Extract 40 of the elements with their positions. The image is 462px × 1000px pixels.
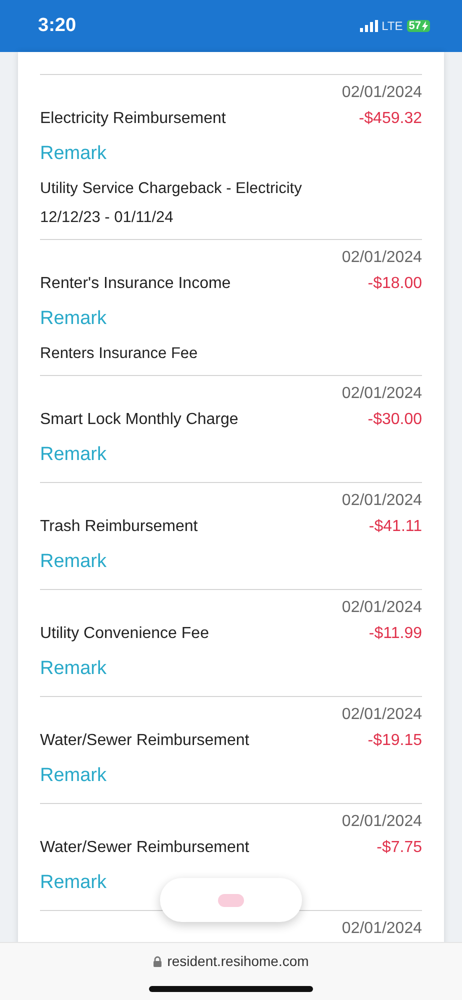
signal-icon: [360, 20, 378, 32]
transaction-amount: -$459.32: [358, 109, 422, 129]
clock-time: 3:20: [38, 15, 78, 37]
transaction-title: Trash Reimbursement: [40, 517, 198, 537]
transaction-date: 02/01/2024: [340, 598, 422, 618]
remark-link[interactable]: Remark: [40, 649, 107, 689]
transaction-title: Renter's Insurance Income: [40, 274, 231, 294]
transaction-amount: -$41.11: [368, 517, 422, 537]
transaction-title: Water/Sewer Reimbursement: [40, 838, 250, 858]
battery-indicator: 57: [406, 20, 430, 32]
transaction-date: 02/01/2024: [340, 491, 422, 511]
transaction-date: 02/01/2024: [340, 83, 422, 103]
pill-icon: [218, 894, 244, 906]
transaction-amount: -$18.00: [368, 274, 422, 294]
transaction-date: 02/01/2024: [340, 919, 422, 939]
transaction-date: 02/01/2024: [340, 812, 422, 832]
remark-link[interactable]: Remark: [40, 542, 107, 582]
remark-link[interactable]: Remark: [40, 863, 107, 903]
remark-link[interactable]: Remark: [40, 756, 107, 796]
remark-link[interactable]: Remark: [40, 435, 107, 475]
transaction-title: Utility Convenience Fee: [40, 624, 209, 644]
home-indicator[interactable]: [149, 986, 313, 992]
transaction-title: Electricity Reimbursement: [40, 109, 226, 129]
remark-link[interactable]: Remark: [40, 299, 107, 339]
network-label: LTE: [382, 19, 403, 33]
transaction-title: Water/Sewer Reimbursement: [40, 731, 250, 751]
transaction-amount: -$11.99: [368, 624, 422, 644]
transaction-title: Smart Lock Monthly Charge: [40, 410, 238, 430]
floating-button[interactable]: [160, 878, 302, 922]
remark-note: Utility Service Chargeback - Electricity 12/12/23 - 01/11/24: [40, 179, 303, 228]
lock-icon: [153, 956, 162, 966]
transaction-amount: -$7.75: [376, 838, 422, 858]
transaction-date: 02/01/2024: [340, 248, 422, 268]
transaction-amount: -$19.15: [368, 731, 422, 751]
url-text[interactable]: resident.resihome.com: [167, 953, 309, 969]
transaction-date: 02/01/2024: [340, 384, 422, 404]
transaction-amount: -$30.00: [368, 410, 422, 430]
remark-note: Renters Insurance Fee: [40, 344, 199, 364]
remark-link[interactable]: Remark: [40, 134, 107, 174]
transaction-date: 02/01/2024: [340, 705, 422, 725]
